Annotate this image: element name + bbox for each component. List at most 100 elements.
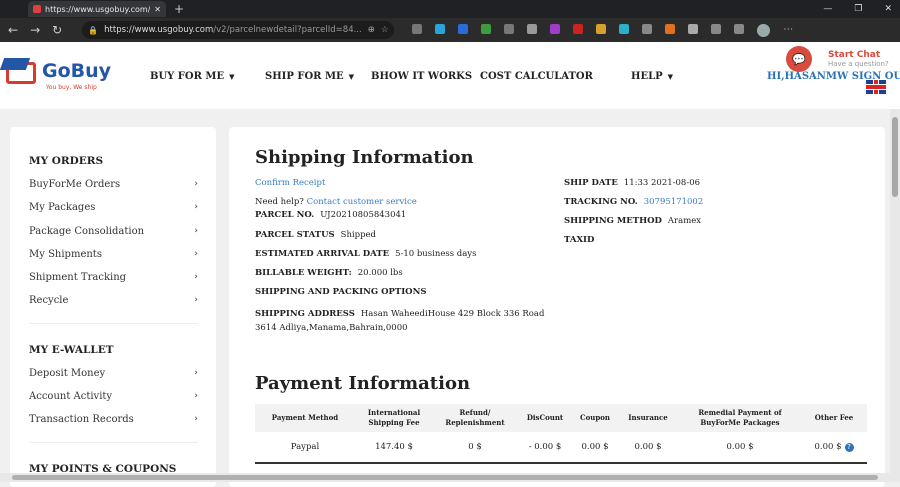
url-main: https://www.usgobuy.com [104,25,213,35]
extension-icon[interactable] [435,24,445,34]
extension-icon[interactable] [619,24,629,34]
chat-bubble-icon: 💬 [786,46,812,72]
logo-box-icon [2,56,42,88]
my-orders-heading: MY ORDERS [29,155,198,167]
close-window-icon[interactable]: ✕ [884,4,892,14]
column-header: Coupon [573,413,617,423]
address-bar[interactable]: 🔒 https://www.usgobuy.com/v2/parcelnewde… [82,21,394,39]
extension-icon[interactable] [458,24,468,34]
extension-icon[interactable] [550,24,560,34]
caret-down-icon: ▼ [668,72,673,81]
column-header: Other Fee [801,413,867,423]
shipping-fee-cell: 147.40 $ [355,442,433,452]
new-tab-icon[interactable]: + [174,2,184,16]
horizontal-scrollbar[interactable] [0,473,890,482]
sidebar-item-account-activity[interactable]: Account Activity› [29,391,198,414]
nav-label: SHIP FOR ME [265,71,344,82]
extension-icon[interactable] [642,24,652,34]
need-help-text: Need help? [255,197,304,207]
close-tab-icon[interactable]: ✕ [154,5,161,14]
question-icon[interactable]: ? [845,443,854,452]
nav-cost-calculator[interactable]: COST CALCULATOR [480,71,593,82]
sidebar-item-recycle[interactable]: Recycle› [29,295,198,318]
column-header: DisCount [517,413,573,423]
chevron-right-icon: › [194,226,198,236]
maximize-icon[interactable]: ❐ [854,4,862,14]
other-fee-cell: 0.00 $? [801,442,867,452]
puzzle-icon[interactable] [688,24,698,34]
start-chat-widget[interactable]: 💬 Start Chat Have a question? [786,44,890,74]
chevron-right-icon: › [194,295,198,305]
parcel-status-label: PARCEL STATUS [255,230,335,240]
need-help-row: Need help? Contact customer service [255,197,417,207]
uk-flag-icon[interactable] [866,80,886,94]
extension-icons: ⋯ [412,24,793,37]
chevron-right-icon: › [194,179,198,189]
lock-icon: 🔒 [88,26,98,35]
vertical-scrollbar[interactable] [890,109,900,482]
nav-label: BHOW IT WORKS [371,71,472,82]
sidebar-item-package-consolidation[interactable]: Package Consolidation › [29,226,198,249]
tracking-number-link[interactable]: 30795171002 [644,197,704,207]
favorite-icon[interactable]: ☆ [381,25,389,35]
sidebar-item-shipment-tracking[interactable]: Shipment Tracking› [29,272,198,295]
parcel-no-row: PARCEL NO. UJ20210805843041 [255,210,406,220]
scrollbar-thumb[interactable] [12,475,878,480]
taxid-row: TAXID [564,235,600,245]
minimize-icon[interactable]: — [823,4,832,14]
sidebar-item-buyforme-orders[interactable]: BuyForMe Orders › [29,179,198,202]
sidebar-item-my-shipments[interactable]: My Shipments› [29,249,198,272]
more-menu-icon[interactable]: ⋯ [783,24,793,37]
site-header: GoBuy You buy, We ship BUY FOR ME▼ SHIP … [0,42,900,109]
contact-service-link[interactable]: Contact customer service [307,197,417,207]
nav-help[interactable]: HELP ▼ [631,71,673,82]
taxid-label: TAXID [564,235,594,245]
reload-icon[interactable]: ↻ [52,23,62,37]
back-icon[interactable]: ← [8,23,18,37]
sidebar-item-label: My Packages [29,202,95,213]
extension-icon[interactable] [596,24,606,34]
browser-toolbar: ← → ↻ 🔒 https://www.usgobuy.com/v2/parce… [0,18,900,42]
discount-cell: - 0.00 $ [517,442,573,452]
extension-icon[interactable] [412,24,422,34]
method-row: SHIPPING METHODAramex [564,216,701,226]
nav-buy-for-me[interactable]: BUY FOR ME▼ [150,71,234,82]
browser-tab[interactable]: https://www.usgobuy.com/v2/p ✕ [28,1,166,17]
extension-icon[interactable] [573,24,583,34]
extension-icon[interactable] [504,24,514,34]
favorites-bar-icon[interactable] [734,24,744,34]
sidebar-item-label: Package Consolidation [29,226,144,237]
parcel-status-value: Shipped [341,230,376,240]
forward-icon[interactable]: → [30,23,40,37]
extension-icon[interactable] [481,24,491,34]
zoom-icon[interactable]: ⊕ [368,25,375,35]
extension-icon[interactable] [665,24,675,34]
sidebar-item-transaction-records[interactable]: Transaction Records› [29,414,198,437]
site-logo[interactable]: GoBuy You buy, We ship [2,56,111,88]
divider [29,323,198,324]
browser-tabbar: https://www.usgobuy.com/v2/p ✕ + — ❐ ✕ [0,0,900,18]
ship-date-row: SHIP DATE11:33 2021-08-06 [564,178,700,188]
shipping-info-title: Shipping Information [255,147,474,168]
collections-icon[interactable] [711,24,721,34]
tab-title: https://www.usgobuy.com/v2/p [45,5,150,14]
parcel-status-row: PARCEL STATUS Shipped [255,230,376,240]
parcel-no-value: UJ20210805843041 [320,210,406,220]
sidebar-item-deposit-money[interactable]: Deposit Money› [29,368,198,391]
nav-ship-for-me[interactable]: SHIP FOR ME▼ [265,71,354,82]
sidebar-item-label: Account Activity [29,391,112,402]
sidebar-item-my-packages[interactable]: My Packages› [29,202,198,225]
profile-avatar[interactable] [757,24,770,37]
confirm-receipt-link[interactable]: Confirm Receipt [255,178,325,188]
my-e-wallet-heading: MY E-WALLET [29,344,198,356]
scrollbar-thumb[interactable] [892,117,898,197]
nav-label: HELP [631,71,663,82]
extension-icon[interactable] [527,24,537,34]
nav-how-it-works[interactable]: BHOW IT WORKS [371,71,472,82]
parcel-no-label: PARCEL NO. [255,210,314,220]
method-label: SHIPPING METHOD [564,216,662,226]
sidebar-item-label: BuyForMe Orders [29,179,120,190]
sidebar-item-label: Deposit Money [29,368,105,379]
weight-value: 20.000 lbs [358,268,403,278]
eta-value: 5-10 business days [395,249,476,259]
